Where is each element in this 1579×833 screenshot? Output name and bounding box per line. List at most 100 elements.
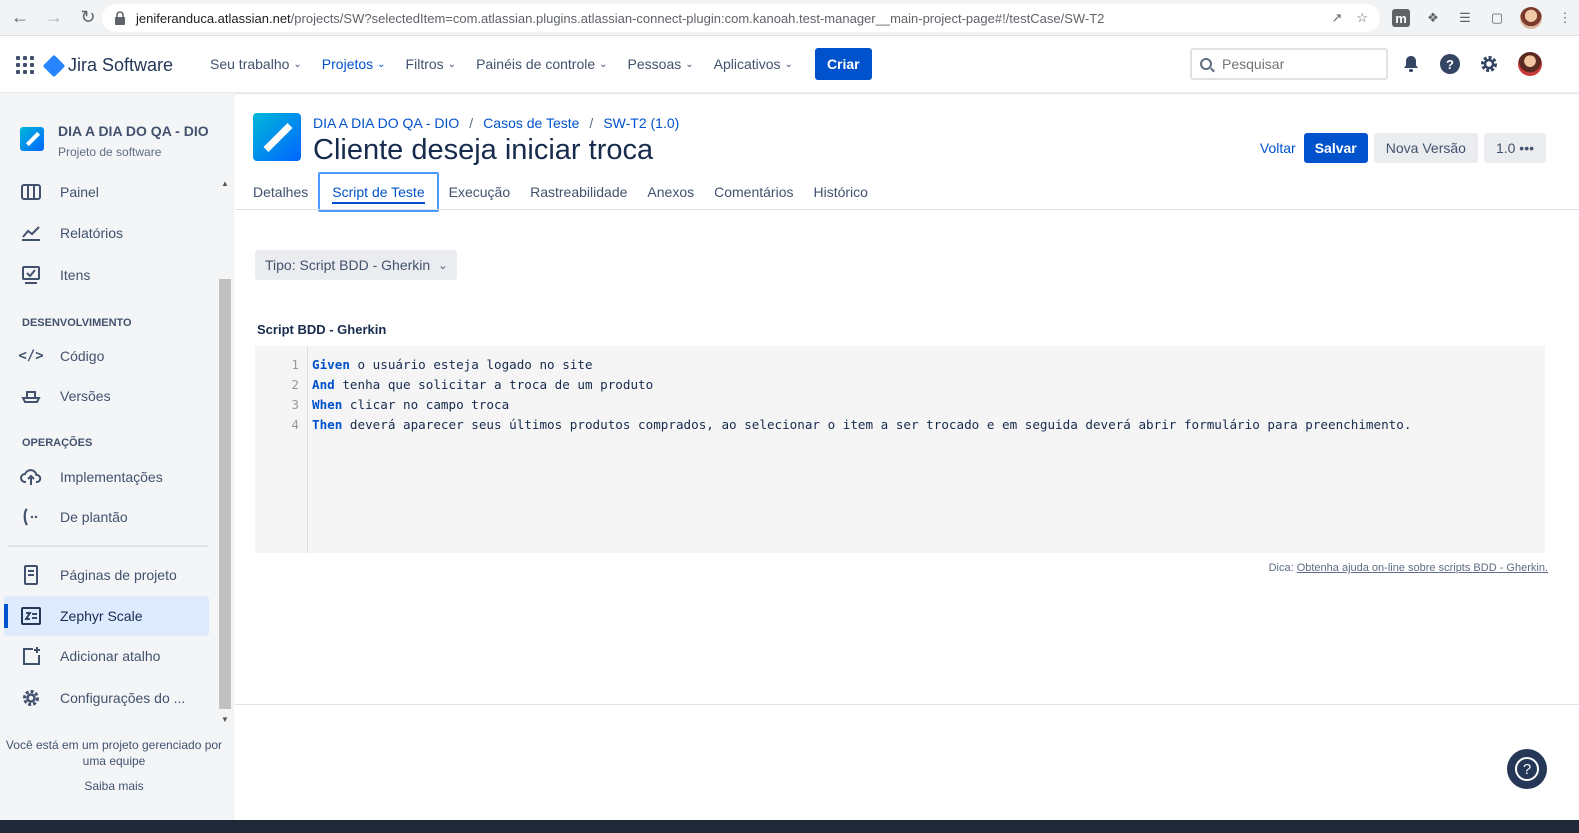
sidebar-item-versoes[interactable]: Versões (20, 384, 111, 408)
jira-logo[interactable]: Jira Software (42, 54, 174, 77)
code-icon: </> (18, 348, 44, 364)
nav-label: Projetos (321, 56, 374, 72)
project-avatar-icon (253, 113, 301, 161)
chevron-down-icon: ⌄ (377, 58, 386, 70)
sidebar-item-label: Versões (60, 388, 111, 404)
line-number: 4 (291, 416, 299, 432)
side-panel-icon[interactable]: ▢ (1488, 9, 1506, 27)
sidebar-item-label: Adicionar atalho (60, 648, 161, 664)
tab-anexos[interactable]: Anexos (637, 172, 704, 212)
save-button[interactable]: Salvar (1303, 133, 1368, 163)
managed-project-note: Você está em um projeto gerenciado por u… (5, 738, 223, 768)
tab-rastreabilidade[interactable]: Rastreabilidade (520, 172, 637, 212)
notifications-bell-icon[interactable] (1400, 53, 1422, 75)
nav-pessoas[interactable]: Pessoas ⌄ (618, 48, 704, 80)
back-arrow-icon[interactable]: ← (6, 4, 34, 32)
page-title: Cliente deseja iniciar troca (313, 134, 654, 166)
extension-m-icon[interactable]: m (1392, 9, 1410, 27)
main-content: DIA A DIA DO QA - DIO / Casos de Teste /… (235, 93, 1579, 833)
new-version-button[interactable]: Nova Versão (1373, 133, 1478, 163)
version-menu-button[interactable]: 1.0 ••• (1483, 133, 1546, 163)
sidebar-item-codigo[interactable]: </> Código (18, 344, 104, 368)
chart-line-icon (20, 223, 42, 243)
nav-aplicativos[interactable]: Aplicativos ⌄ (704, 48, 803, 80)
media-control-icon[interactable]: ☰ (1456, 9, 1474, 27)
project-header[interactable]: DIA A DIA DO QA - DIO Projeto de softwar… (20, 123, 209, 159)
nav-paineis[interactable]: Painéis de controle ⌄ (466, 48, 617, 80)
sidebar-item-relatorios[interactable]: Relatórios (20, 221, 123, 245)
gherkin-code-editor[interactable]: 1 Given o usuário esteja logado no site … (255, 346, 1545, 553)
chevron-down-icon: ⌄ (438, 259, 448, 272)
breadcrumb-test-cases[interactable]: Casos de Teste (483, 115, 579, 131)
script-type-select[interactable]: Tipo: Script BDD - Gherkin ⌄ (255, 250, 458, 280)
issues-list-icon (20, 265, 42, 285)
chevron-down-icon: ⌄ (685, 58, 694, 70)
sidebar-item-zephyr-scale[interactable]: Zephyr Scale (20, 604, 142, 628)
gherkin-help-link[interactable]: Obtenha ajuda on-line sobre scripts BDD … (1297, 562, 1548, 574)
tab-execucao[interactable]: Execução (439, 172, 520, 212)
breadcrumb-separator: / (589, 115, 594, 131)
code-line: 3 When clicar no campo troca (255, 394, 509, 414)
line-number: 3 (291, 396, 299, 412)
sidebar-item-label: Itens (60, 267, 91, 283)
scroll-up-arrow-icon[interactable]: ▲ (221, 179, 229, 188)
address-bar[interactable]: jeniferanduca.atlassian.net/projects/SW?… (102, 4, 1380, 32)
search-input[interactable] (1222, 56, 1372, 72)
breadcrumb-project[interactable]: DIA A DIA DO QA - DIO (313, 115, 459, 131)
line-number: 2 (291, 376, 299, 392)
sidebar-item-configuracoes[interactable]: Configurações do ... (20, 686, 185, 710)
sidebar-item-label: De plantão (60, 509, 128, 525)
create-button[interactable]: Criar (814, 48, 872, 80)
scroll-down-arrow-icon[interactable]: ▼ (221, 715, 229, 724)
tab-bar: Detalhes Script de Teste Execução Rastre… (253, 171, 878, 213)
code-line: 2 And tenha que solicitar a troca de um … (255, 374, 653, 394)
user-avatar[interactable] (1518, 52, 1542, 76)
sidebar-item-itens[interactable]: Itens (20, 263, 90, 287)
puzzle-extensions-icon[interactable]: ❖ (1424, 9, 1442, 27)
scrollbar-thumb[interactable] (219, 279, 231, 709)
share-icon[interactable]: ↗ (1331, 10, 1342, 26)
nav-filtros[interactable]: Filtros ⌄ (396, 48, 467, 80)
sidebar-item-painel[interactable]: Painel (20, 180, 99, 204)
tab-script-de-teste[interactable]: Script de Teste (318, 172, 439, 212)
app-switcher-icon[interactable] (16, 56, 34, 74)
project-type: Projeto de software (58, 145, 162, 159)
code-line: 1 Given o usuário esteja logado no site (255, 354, 592, 374)
chevron-down-icon: ⌄ (293, 58, 302, 70)
nav-label: Painéis de controle (476, 56, 596, 72)
sidebar-item-adicionar-atalho[interactable]: Adicionar atalho (20, 644, 160, 668)
code-text: clicar no campo troca (342, 396, 510, 412)
sidebar-item-label: Implementações (60, 469, 163, 485)
bookmark-star-icon[interactable]: ☆ (1356, 10, 1368, 26)
help-icon[interactable]: ? (1440, 54, 1460, 74)
nav-seu-trabalho[interactable]: Seu trabalho ⌄ (200, 48, 312, 80)
learn-more-link[interactable]: Saiba mais (0, 779, 228, 793)
tip-label: Dica: (1268, 562, 1294, 574)
content-divider (235, 704, 1579, 705)
line-number: 1 (291, 356, 299, 372)
sidebar-scrollbar[interactable]: ▲ ▼ (218, 177, 232, 727)
nav-label: Seu trabalho (210, 56, 290, 72)
reload-icon[interactable]: ↻ (74, 4, 102, 32)
tab-detalhes[interactable]: Detalhes (253, 172, 318, 212)
os-taskbar (0, 820, 1579, 833)
tab-historico[interactable]: Histórico (803, 172, 877, 212)
script-type-value: Tipo: Script BDD - Gherkin (265, 257, 431, 273)
nav-label: Pessoas (627, 56, 682, 72)
settings-gear-icon[interactable] (1478, 53, 1500, 75)
sidebar-item-label: Painel (60, 184, 99, 200)
nav-projetos[interactable]: Projetos ⌄ (312, 48, 396, 80)
forward-arrow-icon[interactable]: → (40, 4, 68, 32)
back-link[interactable]: Voltar (1254, 140, 1302, 156)
search-box[interactable] (1190, 48, 1388, 80)
code-text: o usuário esteja logado no site (349, 356, 593, 372)
tab-comentarios[interactable]: Comentários (704, 172, 803, 212)
product-name: Jira Software (68, 55, 174, 75)
breadcrumb-test-case[interactable]: SW-T2 (1.0) (603, 115, 679, 131)
browser-menu-icon[interactable]: ⋮ (1556, 9, 1574, 27)
sidebar-item-paginas[interactable]: Páginas de projeto (20, 563, 177, 587)
help-floating-button[interactable]: ? (1507, 749, 1547, 789)
sidebar-item-implementacoes[interactable]: Implementações (20, 465, 163, 489)
browser-profile-avatar[interactable] (1520, 7, 1542, 29)
sidebar-item-de-plantao[interactable]: De plantão (20, 505, 128, 529)
